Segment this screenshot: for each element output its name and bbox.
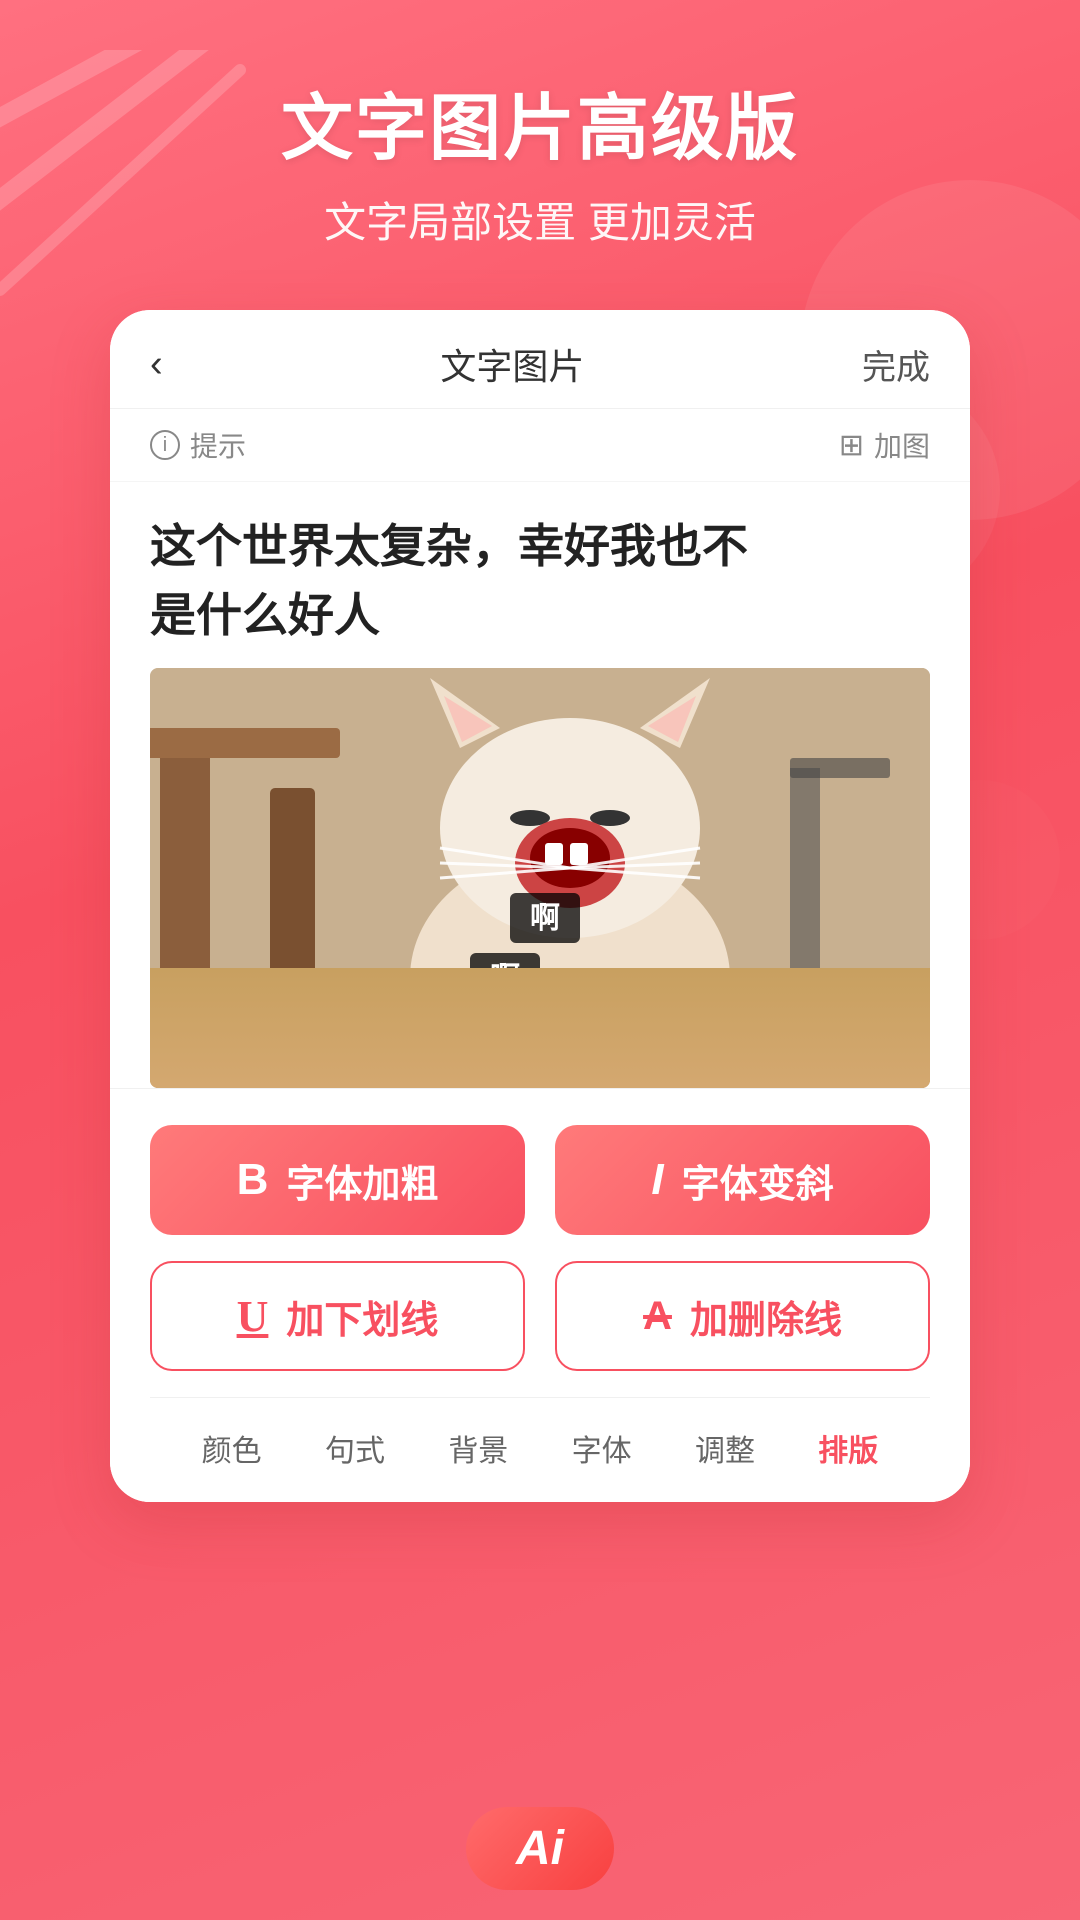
underline-label: 加下划线 [286, 1289, 438, 1344]
btn-row-1: B 字体加粗 I 字体变斜 [150, 1125, 930, 1235]
editor-text[interactable]: 这个世界太复杂，幸好我也不是什么好人 [150, 512, 930, 650]
italic-button[interactable]: I 字体变斜 [555, 1125, 930, 1235]
hint-bar: i 提示 ⊞ 加图 [110, 409, 970, 482]
tab-adjust[interactable]: 调整 [695, 1426, 755, 1470]
nav-title: 文字图片 [440, 338, 584, 390]
tab-sentence[interactable]: 句式 [325, 1426, 385, 1470]
strikethrough-label: 加删除线 [690, 1289, 842, 1344]
phone-mockup: ‹ 文字图片 完成 i 提示 ⊞ 加图 这个世界太复杂，幸好我也不是什么好人 [110, 310, 970, 1502]
editor-area: 这个世界太复杂，幸好我也不是什么好人 [110, 482, 970, 1088]
btn-row-2: U 加下划线 A 加删除线 [150, 1261, 930, 1371]
hint-text: 提示 [190, 425, 246, 465]
underline-button[interactable]: U 加下划线 [150, 1261, 525, 1371]
bold-icon: B [237, 1155, 269, 1205]
italic-icon: I [651, 1155, 663, 1205]
bold-button[interactable]: B 字体加粗 [150, 1125, 525, 1235]
add-image-button[interactable]: ⊞ 加图 [839, 425, 930, 465]
bold-label: 字体加粗 [286, 1153, 438, 1208]
done-button[interactable]: 完成 [862, 340, 930, 389]
tab-bar: 颜色 句式 背景 字体 调整 排版 [150, 1397, 930, 1502]
hint-left: i 提示 [150, 425, 246, 465]
strikethrough-icon: A [643, 1294, 672, 1339]
main-title: 文字图片高级版 [281, 90, 799, 169]
header-section: 文字图片高级版 文字局部设置 更加灵活 [281, 0, 799, 250]
tab-font[interactable]: 字体 [572, 1426, 632, 1470]
ai-badge[interactable]: Ai [466, 1807, 614, 1890]
tab-background[interactable]: 背景 [448, 1426, 508, 1470]
back-button[interactable]: ‹ [150, 343, 163, 386]
info-icon: i [150, 430, 180, 460]
svg-text:啊: 啊 [530, 902, 560, 935]
floor [150, 968, 930, 1088]
strikethrough-button[interactable]: A 加删除线 [555, 1261, 930, 1371]
bottom-panel: B 字体加粗 I 字体变斜 U 加下划线 A 加删除线 [110, 1088, 970, 1502]
add-img-label: 加图 [874, 425, 930, 465]
tab-color[interactable]: 颜色 [202, 1426, 262, 1470]
phone-nav: ‹ 文字图片 完成 [110, 310, 970, 409]
sub-title: 文字局部设置 更加灵活 [281, 189, 799, 250]
underline-icon: U [237, 1291, 269, 1342]
cat-image: 啊 啊 啊 [150, 668, 930, 1088]
italic-label: 字体变斜 [682, 1153, 834, 1208]
main-content: 文字图片高级版 文字局部设置 更加灵活 ‹ 文字图片 完成 i 提示 ⊞ 加图 … [0, 0, 1080, 1920]
add-img-icon: ⊞ [839, 428, 864, 463]
tab-layout[interactable]: 排版 [818, 1426, 878, 1470]
